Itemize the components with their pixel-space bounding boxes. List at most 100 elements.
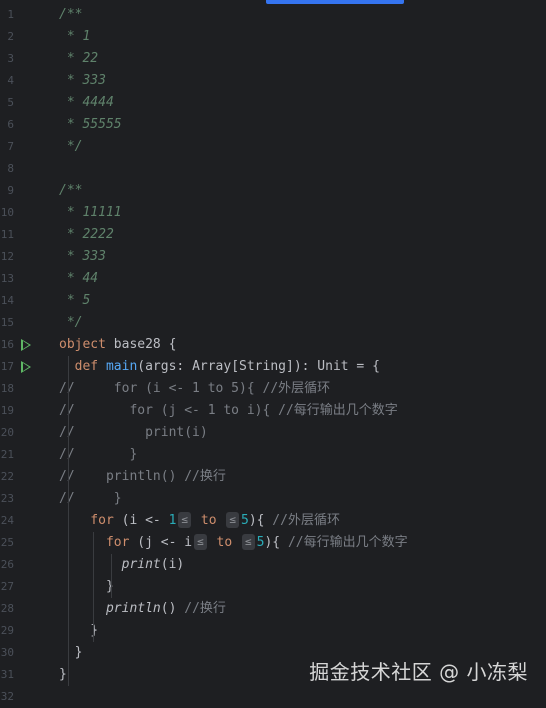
code-text: // for (j <- 1 to i){ //每行输出几个数字: [59, 400, 398, 422]
code-text: * 44: [59, 268, 98, 290]
line-number: 2: [7, 30, 14, 43]
code-text: * 2222: [59, 224, 114, 246]
code-text: * 5: [59, 290, 91, 312]
code-text: // println() //换行: [59, 466, 226, 488]
code-line[interactable]: 1 /**: [0, 4, 546, 26]
code-line[interactable]: 26 print(i): [0, 554, 546, 576]
line-number: 30: [0, 646, 14, 659]
line-number: 8: [7, 162, 14, 175]
code-line[interactable]: 7 */: [0, 136, 546, 158]
code-token: // println() //换行: [59, 469, 226, 484]
code-token: println: [105, 601, 161, 616]
code-text: * 1: [59, 26, 91, 48]
code-token: * 11111: [59, 205, 122, 220]
line-number: 9: [7, 184, 14, 197]
code-line[interactable]: 20 // print(i): [0, 422, 546, 444]
code-token: main: [105, 359, 138, 374]
code-line[interactable]: 24 for (i <- 1 ≤ to ≤5){ //外层循环: [0, 510, 546, 532]
inlay-hint: ≤: [178, 512, 192, 528]
code-text: for (i <- 1 ≤ to ≤5){ //外层循环: [59, 510, 340, 532]
code-line[interactable]: 17 def main(args: Array[String]): Unit =…: [0, 356, 546, 378]
code-line[interactable]: 22 // println() //换行: [0, 466, 546, 488]
line-number: 4: [7, 74, 14, 87]
code-token: 1: [168, 513, 177, 528]
code-token: (args: Array[String]): Unit = {: [137, 359, 380, 374]
code-token: }: [59, 667, 67, 682]
code-line[interactable]: 23// }: [0, 488, 546, 510]
line-number: 19: [0, 404, 14, 417]
code-token: //换行: [184, 601, 226, 616]
indent-guide: [111, 554, 112, 598]
code-token: //外层循环: [272, 513, 340, 528]
code-token: */: [59, 139, 83, 154]
line-number: 29: [0, 624, 14, 637]
line-number: 3: [7, 52, 14, 65]
code-line[interactable]: 25 for (j <- i ≤ to ≤5){ //每行输出几个数字: [0, 532, 546, 554]
code-token: print: [121, 557, 161, 572]
code-text: println() //换行: [59, 598, 226, 620]
line-number: 10: [0, 206, 14, 219]
code-line[interactable]: 21 // }: [0, 444, 546, 466]
code-text: * 333: [59, 70, 106, 92]
code-line[interactable]: 10 * 11111: [0, 202, 546, 224]
code-line[interactable]: 11 * 2222: [0, 224, 546, 246]
code-line[interactable]: 4 * 333: [0, 70, 546, 92]
code-line[interactable]: 6 * 55555: [0, 114, 546, 136]
inlay-hint: ≤: [194, 534, 207, 550]
code-line[interactable]: 27 }: [0, 576, 546, 598]
code-text: */: [59, 136, 83, 158]
line-number: 22: [0, 470, 14, 483]
run-gutter-icon[interactable]: [21, 339, 31, 351]
run-gutter-icon[interactable]: [21, 361, 31, 373]
code-token: 5: [240, 513, 249, 528]
inlay-hint: ≤: [226, 512, 239, 528]
line-number: 20: [0, 426, 14, 439]
code-line[interactable]: 9 /**: [0, 180, 546, 202]
code-text: * 4444: [59, 92, 114, 114]
code-token: * 2222: [59, 227, 114, 242]
code-editor[interactable]: 1/** 2 * 13 * 22 4 * 333 5 * 4444 6 * 55555 7…: [0, 0, 546, 703]
code-token: ){: [248, 513, 273, 528]
code-token: base28 {: [105, 337, 177, 352]
code-text: }: [59, 664, 67, 686]
code-line[interactable]: 13 * 44: [0, 268, 546, 290]
code-line[interactable]: 29 }: [0, 620, 546, 642]
line-number: 7: [7, 140, 14, 153]
code-text: def main(args: Array[String]): Unit = {: [59, 356, 380, 378]
line-number: 21: [0, 448, 14, 461]
line-number: 6: [7, 118, 14, 131]
code-line[interactable]: 19 // for (j <- 1 to i){ //每行输出几个数字: [0, 400, 546, 422]
code-token: (i): [160, 557, 185, 572]
code-line[interactable]: 28 println() //换行: [0, 598, 546, 620]
code-line[interactable]: 32: [0, 686, 546, 708]
line-number: 27: [0, 580, 14, 593]
line-number: 25: [0, 536, 14, 549]
code-line[interactable]: 3 * 22: [0, 48, 546, 70]
code-token: //每行输出几个数字: [287, 535, 408, 550]
code-line[interactable]: 14 * 5: [0, 290, 546, 312]
code-line[interactable]: 18 // for (i <- 1 to 5){ //外层循环: [0, 378, 546, 400]
code-line[interactable]: 15 */: [0, 312, 546, 334]
code-token: object: [59, 337, 106, 352]
code-line[interactable]: 2 * 1: [0, 26, 546, 48]
code-text: print(i): [59, 554, 185, 576]
code-token: * 333: [59, 73, 106, 88]
code-text: /**: [59, 180, 82, 202]
code-token: * 55555: [59, 117, 122, 132]
code-token: // for (i <- 1 to 5){ //外层循环: [59, 381, 331, 396]
line-number: 14: [0, 294, 14, 307]
line-number: 18: [0, 382, 14, 395]
code-line[interactable]: 16 object base28 {: [0, 334, 546, 356]
code-text: */: [59, 312, 83, 334]
code-line[interactable]: 12 * 333: [0, 246, 546, 268]
code-text: /**: [59, 4, 82, 26]
code-token: /**: [59, 7, 83, 22]
line-number: 11: [0, 228, 14, 241]
code-line[interactable]: 8: [0, 158, 546, 180]
code-text: * 11111: [59, 202, 122, 224]
code-line[interactable]: 5 * 4444: [0, 92, 546, 114]
line-number: 31: [0, 668, 14, 681]
code-text: }: [59, 642, 83, 664]
code-text: object base28 {: [59, 334, 176, 356]
